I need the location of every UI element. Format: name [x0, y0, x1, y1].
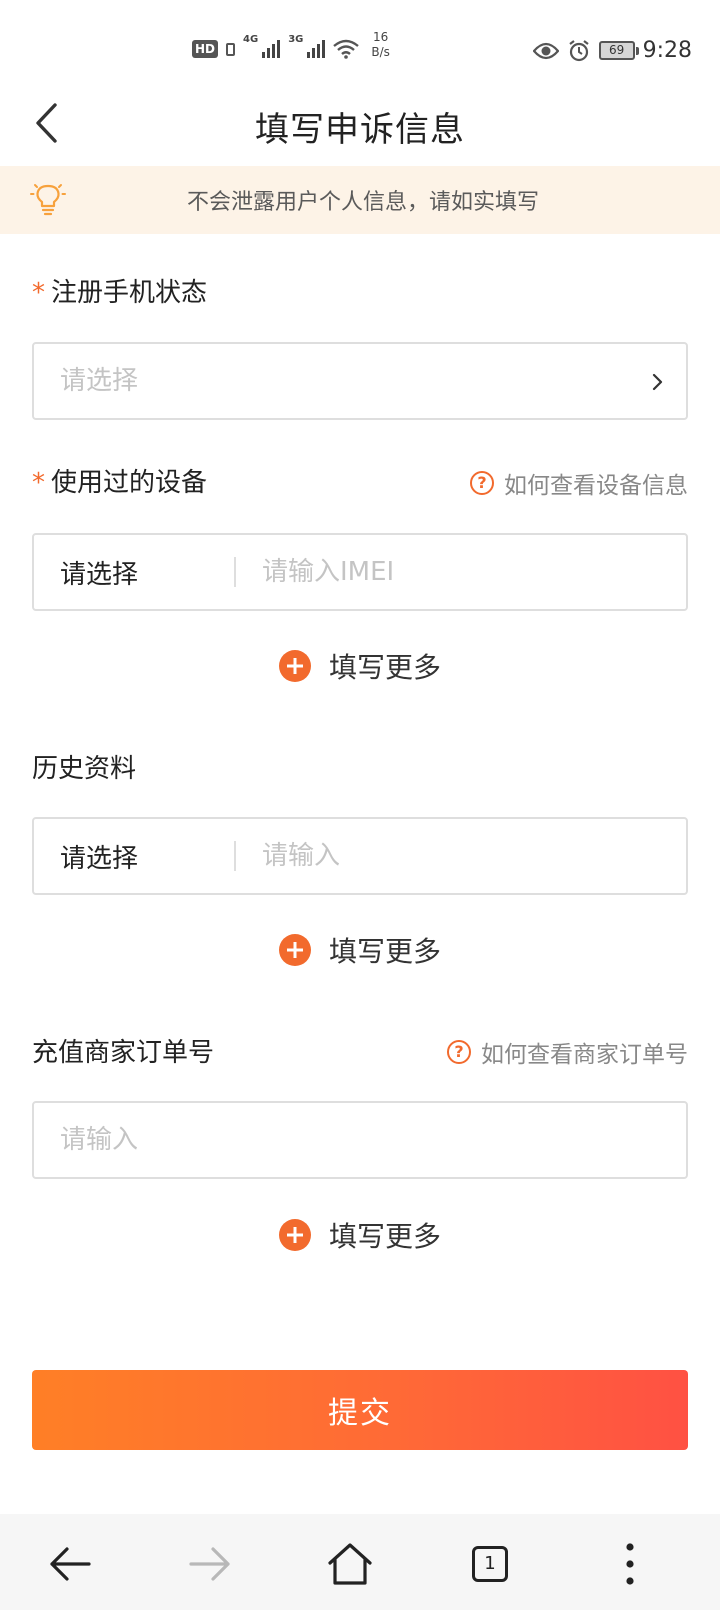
page: HD 4G 3G 16 B/s 69 9:28 填写申诉信息 不会泄露用户个人信… [0, 0, 720, 1610]
phone-status-label-text: 注册手机状态 [51, 278, 208, 308]
nav-tabs-button[interactable]: 1 [462, 1536, 518, 1592]
speed-unit: B/s [371, 45, 390, 59]
sim-icon [226, 42, 236, 56]
eye-icon [532, 42, 559, 59]
chevron-right-icon [652, 373, 663, 391]
tabs-icon: 1 [472, 1546, 508, 1582]
add-more-orders-button[interactable]: 填写更多 [0, 1215, 720, 1255]
required-mark: * [32, 278, 45, 308]
add-more-label: 填写更多 [328, 935, 441, 968]
nav-forward-button[interactable] [182, 1536, 238, 1592]
device-type-select[interactable]: 请选择 [34, 554, 234, 591]
nav-back-button[interactable] [42, 1536, 98, 1592]
order-help-link[interactable]: ? 如何查看商家订单号 [447, 1035, 688, 1069]
history-input-row: 请选择 [32, 817, 688, 895]
alarm-icon [568, 39, 589, 61]
plus-circle-icon [278, 650, 311, 682]
back-arrow-icon [50, 1547, 91, 1581]
order-label: 充值商家订单号 [32, 1038, 215, 1068]
page-title: 填写申诉信息 [255, 110, 465, 150]
history-type-select[interactable]: 请选择 [34, 838, 234, 875]
network-type-1: 4G [243, 34, 259, 45]
more-vertical-icon [626, 1543, 634, 1585]
required-mark: * [32, 468, 45, 498]
nav-home-button[interactable] [322, 1536, 378, 1592]
network-speed: 16 B/s [371, 30, 390, 60]
history-input[interactable] [236, 819, 686, 893]
network-type-2: 3G [288, 34, 304, 45]
device-input-row: 请选择 [32, 533, 688, 611]
add-more-label: 填写更多 [328, 1220, 441, 1253]
plus-circle-icon [278, 1219, 311, 1251]
phone-status-select[interactable] [32, 342, 688, 420]
device-help-text: 如何查看设备信息 [504, 473, 688, 499]
question-icon: ? [470, 471, 494, 495]
battery-icon: 69 [598, 41, 639, 60]
status-bar: HD 4G 3G 16 B/s 69 9:28 [0, 0, 720, 80]
header: 填写申诉信息 [0, 80, 720, 166]
status-right: 69 9:28 [532, 38, 692, 63]
add-more-history-button[interactable]: 填写更多 [0, 930, 720, 970]
home-icon [328, 1543, 372, 1585]
signal-icon [307, 40, 326, 58]
add-more-devices-button[interactable]: 填写更多 [0, 646, 720, 686]
phone-status-label: * 注册手机状态 [32, 272, 207, 309]
history-label: 历史资料 [32, 754, 137, 784]
hd-badge: HD [192, 40, 219, 58]
phone-status-input[interactable] [34, 344, 594, 418]
devices-label: * 使用过的设备 [32, 462, 207, 499]
order-input-box [32, 1101, 688, 1179]
order-help-text: 如何查看商家订单号 [481, 1042, 688, 1068]
order-number-input[interactable] [34, 1103, 686, 1177]
submit-button[interactable]: 提交 [32, 1370, 688, 1450]
notice-banner: 不会泄露用户个人信息，请如实填写 [0, 166, 720, 234]
add-more-label: 填写更多 [328, 651, 441, 684]
device-help-link[interactable]: ? 如何查看设备信息 [470, 466, 688, 500]
speed-value: 16 [372, 30, 389, 44]
browser-bottom-bar: 1 [0, 1514, 720, 1610]
signal-icon [262, 40, 281, 58]
status-left: HD 4G 3G 16 B/s [192, 30, 390, 60]
wifi-icon [333, 39, 360, 59]
nav-menu-button[interactable] [602, 1536, 658, 1592]
question-icon: ? [447, 1040, 471, 1064]
imei-input[interactable] [236, 535, 686, 609]
clock: 9:28 [642, 38, 692, 63]
forward-arrow-icon [189, 1547, 230, 1581]
devices-label-text: 使用过的设备 [51, 468, 208, 498]
plus-circle-icon [278, 934, 311, 966]
notice-text: 不会泄露用户个人信息，请如实填写 [186, 190, 539, 215]
lightbulb-icon [30, 184, 66, 216]
